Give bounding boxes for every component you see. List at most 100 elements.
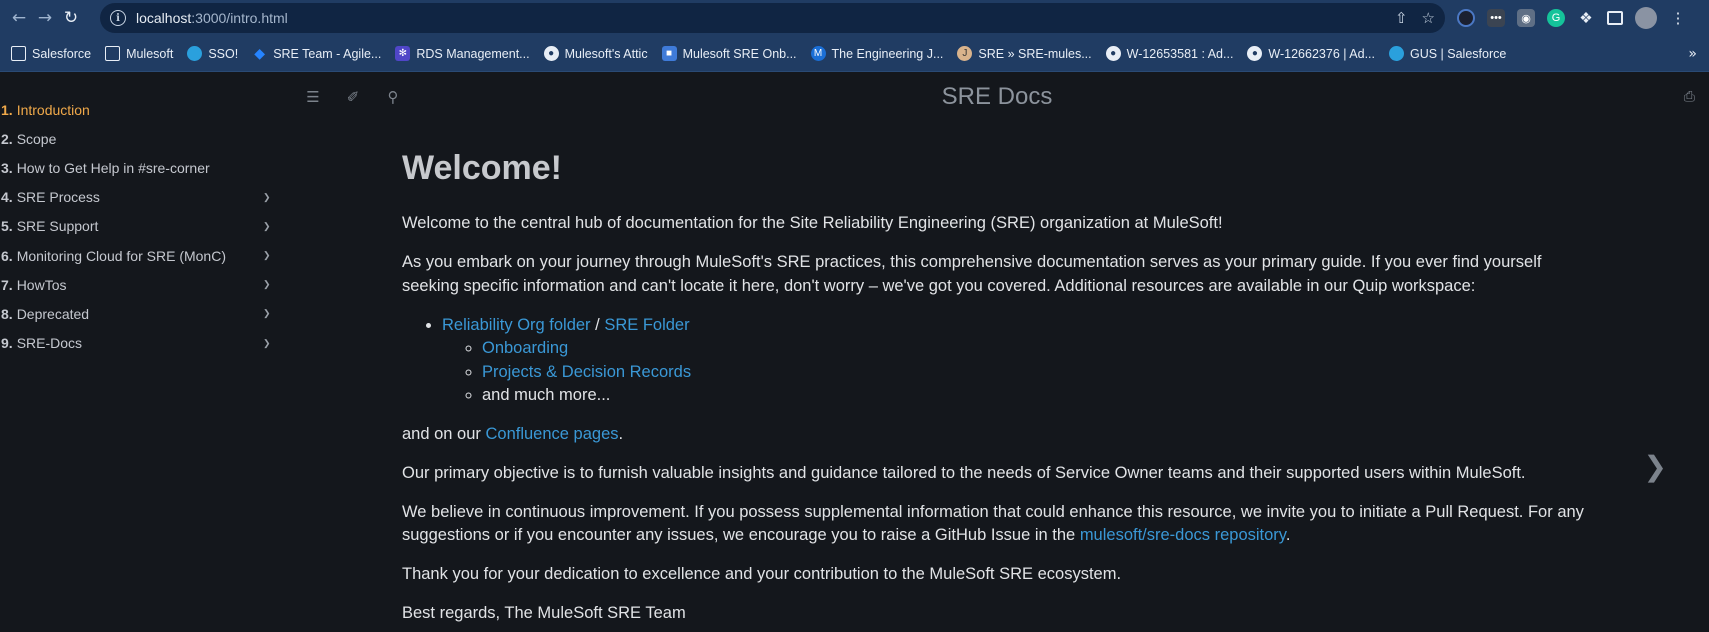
extension-dots-icon[interactable]: ••• (1487, 9, 1505, 27)
extension-circle-icon[interactable] (1457, 9, 1475, 27)
docs-page: 1. Introduction 2. Scope 3. How to Get Help… (0, 72, 1709, 632)
sidebar-item-number: 3. (1, 159, 13, 176)
github-icon: ● (1247, 46, 1263, 61)
reliability-org-link[interactable]: Reliability Org folder (442, 316, 591, 334)
sub-list: Onboarding Projects & Decision Records a… (482, 337, 1592, 408)
print-icon[interactable]: ⎙ (1684, 89, 1695, 105)
url-text[interactable]: localhost:3000/intro.html (136, 10, 288, 26)
bookmark-item[interactable]: Mulesoft (98, 40, 180, 68)
address-bar[interactable]: i localhost:3000/intro.html ⇧ ☆ (100, 3, 1445, 33)
bookmark-label: SRE » SRE-mules... (978, 46, 1092, 61)
bookmark-label: SRE Team - Agile... (273, 46, 382, 61)
sidebar-item-number: 5. (1, 218, 13, 235)
confluence-link[interactable]: Confluence pages (485, 425, 618, 443)
grammarly-icon[interactable]: G (1547, 9, 1565, 27)
side-panel-icon[interactable] (1607, 11, 1623, 25)
cloud-icon (187, 46, 203, 61)
bookmark-item[interactable]: ● W-12653581 : Ad... (1099, 40, 1241, 68)
sidebar-item-label: Introduction (16, 101, 90, 118)
mulesoft-icon: M (810, 46, 826, 61)
paragraph: and on our Confluence pages. (402, 423, 1592, 447)
bookmark-label: Mulesoft SRE Onb... (682, 46, 797, 61)
sidebar-item-number: 8. (1, 305, 13, 322)
bookmarks-overflow-button[interactable]: » (1688, 46, 1705, 62)
info-icon[interactable]: i (110, 10, 126, 26)
sidebar-item-monc[interactable]: 6. Monitoring Cloud for SRE (MonC) ❯ (0, 241, 285, 270)
browser-toolbar: ← → ↻ i localhost:3000/intro.html ⇧ ☆ ••… (0, 0, 1709, 36)
paragraph: We believe in continuous improvement. If… (402, 501, 1592, 548)
avatar[interactable] (1635, 7, 1657, 29)
expand-chevron-icon[interactable]: ❯ (263, 338, 271, 349)
puzzle-extensions-icon[interactable]: ❖ (1577, 9, 1595, 27)
text: We believe in continuous improvement. If… (402, 502, 1584, 545)
bookmark-label: The Engineering J... (831, 46, 944, 61)
text: . (1285, 526, 1291, 544)
folder-icon (105, 46, 121, 61)
paragraph: Our primary objective is to furnish valu… (402, 463, 1526, 482)
bookmarks-bar: Salesforce Mulesoft SSO! ◆ SRE Team - Agi… (0, 36, 1709, 72)
sidebar-item-introduction[interactable]: 1. Introduction (0, 95, 285, 124)
menu-bar: SRE Docs ☰ ✐ ⚲ ⎙ (285, 72, 1709, 122)
sidebar-item-get-help[interactable]: 3. How to Get Help in #sre-corner (0, 153, 285, 182)
bookmark-item[interactable]: ● W-12662376 | Ad... (1240, 40, 1382, 68)
hamburger-menu-icon[interactable]: ☰ (293, 88, 333, 106)
bookmark-label: Mulesoft's Attic (564, 46, 648, 61)
paragraph: Welcome to the central hub of documentat… (402, 214, 1223, 232)
paintbrush-icon[interactable]: ✐ (333, 88, 373, 106)
bookmark-item[interactable]: M The Engineering J... (804, 40, 951, 68)
repo-link[interactable]: mulesoft/sre-docs repository (1080, 526, 1286, 544)
sidebar-item-label: How to Get Help in #sre-corner (16, 159, 210, 176)
bookmark-label: GUS | Salesforce (1409, 46, 1507, 61)
sidebar-item-howtos[interactable]: 7. HowTos ❯ (0, 270, 285, 299)
list-item: Onboarding (482, 337, 1592, 361)
expand-chevron-icon[interactable]: ❯ (263, 308, 271, 319)
bookmark-item[interactable]: ■ Mulesoft SRE Onb... (655, 40, 804, 68)
content-heading: Welcome! (402, 149, 562, 187)
expand-chevron-icon[interactable]: ❯ (263, 192, 271, 203)
camera-icon[interactable]: ◉ (1517, 9, 1535, 27)
projects-link[interactable]: Projects & Decision Records (482, 363, 691, 381)
bookmark-item[interactable]: ◆ SRE Team - Agile... (245, 40, 388, 68)
bookmark-item[interactable]: J SRE » SRE-mules... (950, 40, 1098, 68)
onboarding-link[interactable]: Onboarding (482, 339, 568, 357)
url-path: :3000/intro.html (191, 10, 288, 26)
sidebar-item-number: 9. (1, 335, 13, 352)
bookmark-star-icon[interactable]: ☆ (1422, 9, 1435, 27)
search-icon[interactable]: ⚲ (373, 88, 413, 106)
next-page-chevron-icon[interactable]: ❯ (1644, 450, 1667, 483)
bookmark-item[interactable]: GUS | Salesforce (1382, 40, 1513, 68)
expand-chevron-icon[interactable]: ❯ (263, 250, 271, 261)
sidebar: 1. Introduction 2. Scope 3. How to Get Help… (0, 72, 285, 632)
share-icon[interactable]: ⇧ (1395, 9, 1408, 27)
github-icon: ● (543, 46, 559, 61)
bookmark-item[interactable]: SSO! (180, 40, 245, 68)
bookmark-label: W-12653581 : Ad... (1126, 46, 1234, 61)
sidebar-item-sre-docs[interactable]: 9. SRE-Docs ❯ (0, 329, 285, 358)
sidebar-item-sre-support[interactable]: 5. SRE Support ❯ (0, 212, 285, 241)
main-content: Welcome! Welcome to the central hub of d… (402, 148, 1592, 632)
bookmark-label: Mulesoft (126, 46, 174, 61)
list-item: Projects & Decision Records (482, 361, 1592, 385)
sidebar-item-label: Deprecated (16, 305, 90, 322)
paragraph: Thank you for your dedication to excelle… (402, 565, 1122, 583)
sidebar-item-label: Monitoring Cloud for SRE (MonC) (16, 247, 226, 264)
page-title: SRE Docs (941, 83, 1053, 110)
sre-folder-link[interactable]: SRE Folder (604, 316, 689, 334)
text: and on our (402, 424, 486, 443)
sidebar-item-sre-process[interactable]: 4. SRE Process ❯ (0, 183, 285, 212)
expand-chevron-icon[interactable]: ❯ (263, 221, 271, 232)
cloud-icon (1388, 46, 1404, 61)
reload-icon[interactable]: ↻ (58, 5, 84, 31)
rds-icon: ✻ (395, 46, 411, 61)
sidebar-item-scope[interactable]: 2. Scope (0, 124, 285, 153)
bookmark-item[interactable]: ✻ RDS Management... (388, 40, 536, 68)
expand-chevron-icon[interactable]: ❯ (263, 279, 271, 290)
bookmark-item[interactable]: Salesforce (4, 40, 98, 68)
sidebar-item-deprecated[interactable]: 8. Deprecated ❯ (0, 299, 285, 328)
kebab-menu-icon[interactable]: ⋮ (1669, 9, 1687, 27)
list-item: and much more... (482, 384, 1592, 408)
sidebar-item-number: 6. (1, 247, 13, 264)
forward-arrow-icon[interactable]: → (32, 5, 58, 31)
back-arrow-icon[interactable]: ← (6, 5, 32, 31)
bookmark-item[interactable]: ● Mulesoft's Attic (537, 40, 655, 68)
